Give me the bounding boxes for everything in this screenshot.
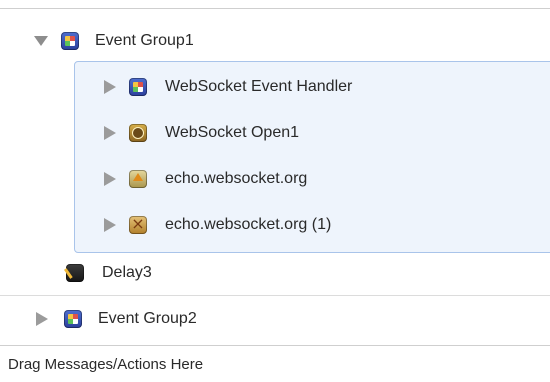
send-message-icon <box>129 170 147 188</box>
tree-item-label: Event Group1 <box>95 32 194 49</box>
tree-item-label: WebSocket Event Handler <box>165 78 353 95</box>
tree-item-label: Delay3 <box>102 264 152 281</box>
event-handler-icon <box>129 78 147 96</box>
drop-zone[interactable]: Drag Messages/Actions Here <box>0 345 550 382</box>
delay-icon <box>66 264 84 282</box>
tree-item-delay3[interactable]: Delay3 <box>0 251 550 295</box>
collapsed-arrow-icon[interactable] <box>104 126 116 140</box>
collapsed-arrow-icon[interactable] <box>104 172 116 186</box>
tree-item-websocket-event-handler[interactable]: WebSocket Event Handler <box>0 65 550 109</box>
tree-item-label: echo.websocket.org <box>165 170 308 187</box>
tree-view: Event Group1 WebSocket Event Handler Web… <box>0 8 550 346</box>
expand-arrow-icon[interactable] <box>34 36 48 46</box>
tree-item-echo-websocket-org-1[interactable]: echo.websocket.org (1) <box>0 203 550 247</box>
divider <box>0 295 550 296</box>
collapsed-arrow-icon[interactable] <box>104 80 116 94</box>
tree-item-event-group2[interactable]: Event Group2 <box>0 297 550 341</box>
event-group-icon <box>61 32 79 50</box>
collapsed-arrow-icon[interactable] <box>104 218 116 232</box>
tree-item-label: WebSocket Open1 <box>165 124 300 141</box>
tree-item-echo-websocket-org[interactable]: echo.websocket.org <box>0 157 550 201</box>
drop-hint-text: Drag Messages/Actions Here <box>8 355 204 373</box>
collapsed-arrow-icon[interactable] <box>36 312 48 326</box>
tree-item-label: Event Group2 <box>98 310 197 327</box>
tree-item-websocket-open1[interactable]: WebSocket Open1 <box>0 111 550 155</box>
websocket-open-icon <box>129 124 147 142</box>
event-group-icon <box>64 310 82 328</box>
tree-item-event-group1[interactable]: Event Group1 <box>0 19 550 63</box>
tree-item-label: echo.websocket.org (1) <box>165 216 332 233</box>
close-connection-icon <box>129 215 147 234</box>
